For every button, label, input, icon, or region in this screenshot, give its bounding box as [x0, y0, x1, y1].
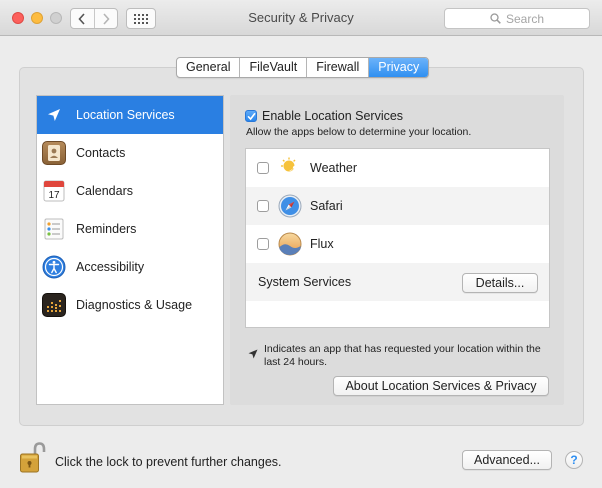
app-name: Safari: [310, 199, 343, 213]
sidebar-item-diagnostics[interactable]: Diagnostics & Usage: [37, 286, 223, 324]
accessibility-person-icon: [42, 255, 66, 279]
tab-firewall[interactable]: Firewall: [306, 58, 368, 77]
show-all-button[interactable]: [126, 8, 156, 29]
location-note: Indicates an app that has requested your…: [248, 343, 548, 369]
zoom-window-button[interactable]: [50, 12, 62, 24]
list-item-flux: Flux: [246, 225, 549, 263]
weather-sun-icon: [278, 156, 302, 180]
chevron-left-icon: [78, 12, 85, 25]
forward-button[interactable]: [93, 9, 118, 28]
location-note-text: Indicates an app that has requested your…: [264, 343, 541, 368]
calendar-icon-text: 17: [48, 190, 60, 201]
enable-location-services-label: Enable Location Services: [262, 109, 404, 123]
weather-checkbox[interactable]: [257, 162, 269, 174]
navigation-buttons: [70, 8, 118, 29]
privacy-category-list: Location Services Contacts 17 Calendars: [36, 95, 224, 405]
tab-privacy[interactable]: Privacy: [368, 58, 429, 77]
sidebar-item-label: Contacts: [76, 146, 126, 160]
sidebar-item-label: Diagnostics & Usage: [76, 298, 193, 312]
advanced-button[interactable]: Advanced...: [462, 450, 552, 470]
list-item-weather: Weather: [246, 149, 549, 187]
app-name: Weather: [310, 161, 358, 175]
flux-icon: [278, 232, 302, 256]
sidebar-item-accessibility[interactable]: Accessibility: [37, 248, 223, 286]
diagnostics-grid-icon: [42, 293, 66, 317]
enable-location-services-checkbox[interactable]: [245, 110, 257, 122]
sidebar-item-label: Calendars: [76, 184, 133, 198]
sidebar-item-label: Location Services: [76, 108, 175, 122]
close-window-button[interactable]: [12, 12, 24, 24]
grid-icon: [134, 13, 148, 24]
chevron-right-icon: [103, 12, 110, 25]
sidebar-item-location-services[interactable]: Location Services: [37, 96, 223, 134]
help-button[interactable]: ?: [565, 451, 583, 469]
sidebar-item-calendars[interactable]: 17 Calendars: [37, 172, 223, 210]
contacts-book-icon: [42, 141, 66, 165]
search-input[interactable]: Search: [444, 8, 590, 29]
location-subtext: Allow the apps below to determine your l…: [246, 126, 472, 138]
enable-location-services-row: Enable Location Services: [245, 109, 403, 123]
location-arrow-icon: [42, 103, 66, 127]
sidebar-item-label: Accessibility: [76, 260, 145, 274]
minimize-window-button[interactable]: [31, 12, 43, 24]
lock-open-icon[interactable]: [19, 441, 47, 475]
back-button[interactable]: [71, 9, 94, 28]
safari-checkbox[interactable]: [257, 200, 269, 212]
list-item-safari: Safari: [246, 187, 549, 225]
tab-filevault[interactable]: FileVault: [239, 58, 306, 77]
search-placeholder: Search: [505, 11, 545, 26]
tab-general[interactable]: General: [177, 58, 239, 77]
sidebar-item-contacts[interactable]: Contacts: [37, 134, 223, 172]
checkmark-icon: [247, 112, 255, 120]
lock-text: Click the lock to prevent further change…: [55, 455, 282, 469]
location-arrow-icon: [248, 343, 258, 369]
calendar-icon: 17: [42, 179, 66, 203]
about-location-services-button[interactable]: About Location Services & Privacy: [333, 376, 549, 396]
details-button[interactable]: Details...: [462, 273, 538, 293]
sidebar-item-reminders[interactable]: Reminders: [37, 210, 223, 248]
title-bar: Security & Privacy Search: [0, 0, 602, 36]
app-name: Flux: [310, 237, 334, 251]
location-app-list: Weather Safari Flux System Services: [245, 148, 550, 328]
search-icon: [490, 13, 501, 24]
reminders-list-icon: [42, 217, 66, 241]
flux-checkbox[interactable]: [257, 238, 269, 250]
sidebar-item-label: Reminders: [76, 222, 137, 236]
tab-bar: General FileVault Firewall Privacy: [176, 57, 430, 78]
system-services-label: System Services: [258, 275, 352, 289]
safari-compass-icon: [278, 194, 302, 218]
